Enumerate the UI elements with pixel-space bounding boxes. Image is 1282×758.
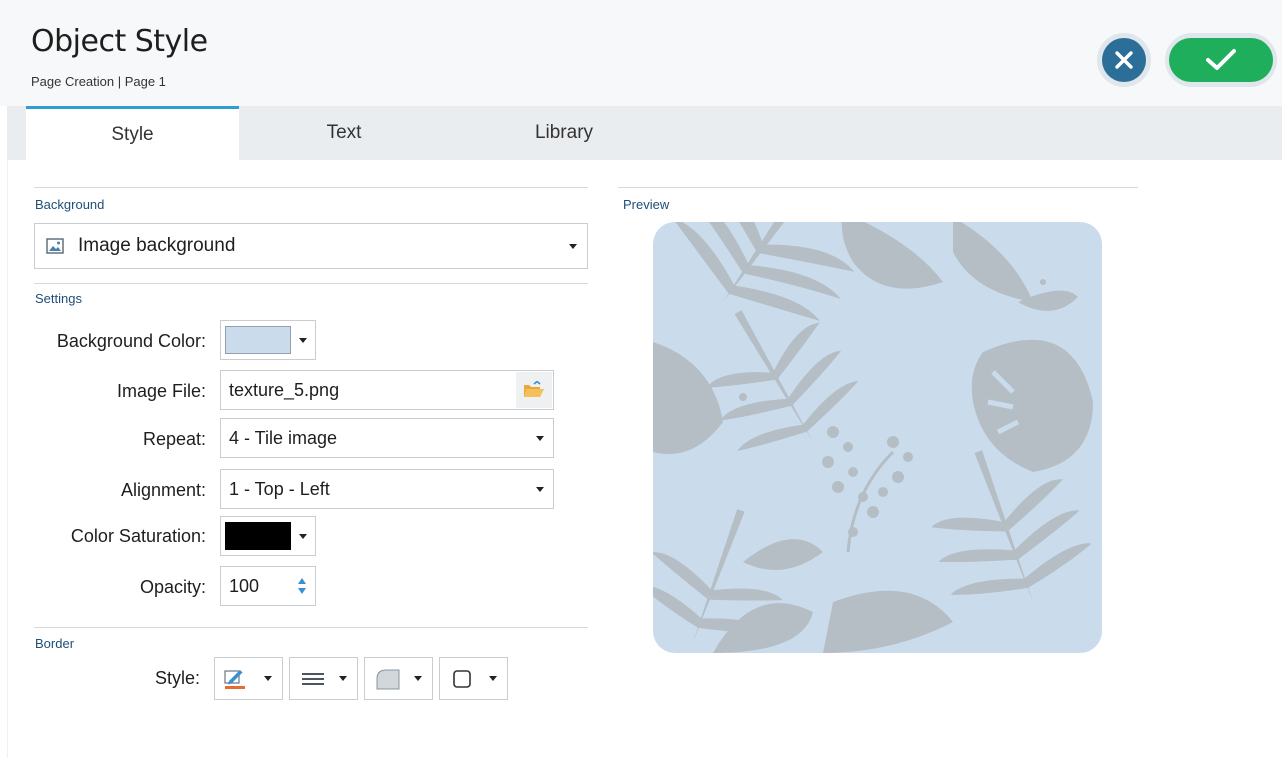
browse-file-button[interactable] [516, 372, 552, 408]
pen-color-icon [224, 669, 245, 689]
chevron-down-icon [536, 486, 544, 492]
spin-down-icon[interactable] [298, 588, 306, 594]
cancel-button[interactable] [1097, 33, 1151, 87]
background-section-label: Background [35, 197, 105, 212]
chevron-down-icon [299, 337, 307, 343]
background-type-dropdown[interactable]: Image background [34, 223, 588, 269]
alignment-value: 1 - Top - Left [229, 478, 330, 499]
preview-image [653, 222, 1102, 653]
border-shape-button[interactable] [439, 657, 508, 700]
background-color-label: Background Color: [56, 331, 206, 351]
opacity-spin-buttons[interactable] [298, 578, 306, 594]
chevron-down-icon [489, 676, 497, 681]
opacity-stepper[interactable]: 100 [220, 566, 316, 606]
dialog-header: Object Style Page Creation | Page 1 [0, 0, 1282, 106]
alignment-select[interactable]: 1 - Top - Left [220, 469, 554, 509]
background-color-picker[interactable] [220, 320, 316, 360]
settings-section-label: Settings [35, 291, 82, 306]
chevron-down-icon [569, 243, 577, 249]
repeat-label: Repeat: [142, 429, 206, 449]
tab-style[interactable]: Style [26, 106, 239, 160]
chevron-down-icon [536, 435, 544, 441]
preview-section-label: Preview [623, 197, 670, 212]
border-section-label: Border [35, 636, 75, 651]
tropical-leaves-texture [653, 222, 1093, 653]
color-saturation-picker[interactable] [220, 516, 316, 556]
color-saturation-swatch [225, 522, 291, 550]
border-shape-icon [453, 669, 471, 688]
folder-open-icon [524, 381, 544, 397]
chevron-down-icon [264, 676, 272, 681]
dialog-subtitle: Page Creation | Page 1 [31, 74, 166, 89]
tab-library[interactable]: Library [449, 106, 679, 160]
background-color-swatch [225, 326, 291, 354]
border-style-label: Style: [154, 668, 200, 688]
border-pen-color-button[interactable] [214, 657, 283, 700]
dialog-title: Object Style [31, 24, 208, 59]
background-type-value: Image background [78, 235, 236, 256]
chevron-down-icon [414, 676, 422, 681]
repeat-value: 4 - Tile image [229, 427, 338, 448]
spin-up-icon[interactable] [298, 578, 306, 584]
border-corner-button[interactable] [364, 657, 433, 700]
corner-radius-icon [376, 669, 400, 689]
preview-divider [618, 187, 1138, 188]
image-file-field[interactable]: texture_5.png [220, 370, 554, 410]
color-saturation-label: Color Saturation: [70, 526, 206, 546]
settings-divider [34, 283, 588, 284]
close-icon [1115, 51, 1133, 69]
image-file-label: Image File: [116, 381, 206, 401]
opacity-value: 100 [229, 575, 260, 596]
chevron-down-icon [339, 676, 347, 681]
image-icon [46, 238, 64, 254]
repeat-select[interactable]: 4 - Tile image [220, 418, 554, 458]
line-width-icon [302, 672, 324, 685]
alignment-label: Alignment: [120, 480, 206, 500]
confirm-button[interactable] [1165, 33, 1277, 87]
chevron-down-icon [299, 533, 307, 539]
border-line-width-button[interactable] [289, 657, 358, 700]
background-divider [34, 187, 588, 188]
border-divider [34, 627, 588, 628]
opacity-label: Opacity: [139, 577, 206, 597]
tab-bar: Style Text Library [7, 106, 1282, 160]
image-file-value: texture_5.png [229, 379, 340, 400]
checkmark-icon [1206, 49, 1236, 70]
tab-text[interactable]: Text [239, 106, 449, 160]
